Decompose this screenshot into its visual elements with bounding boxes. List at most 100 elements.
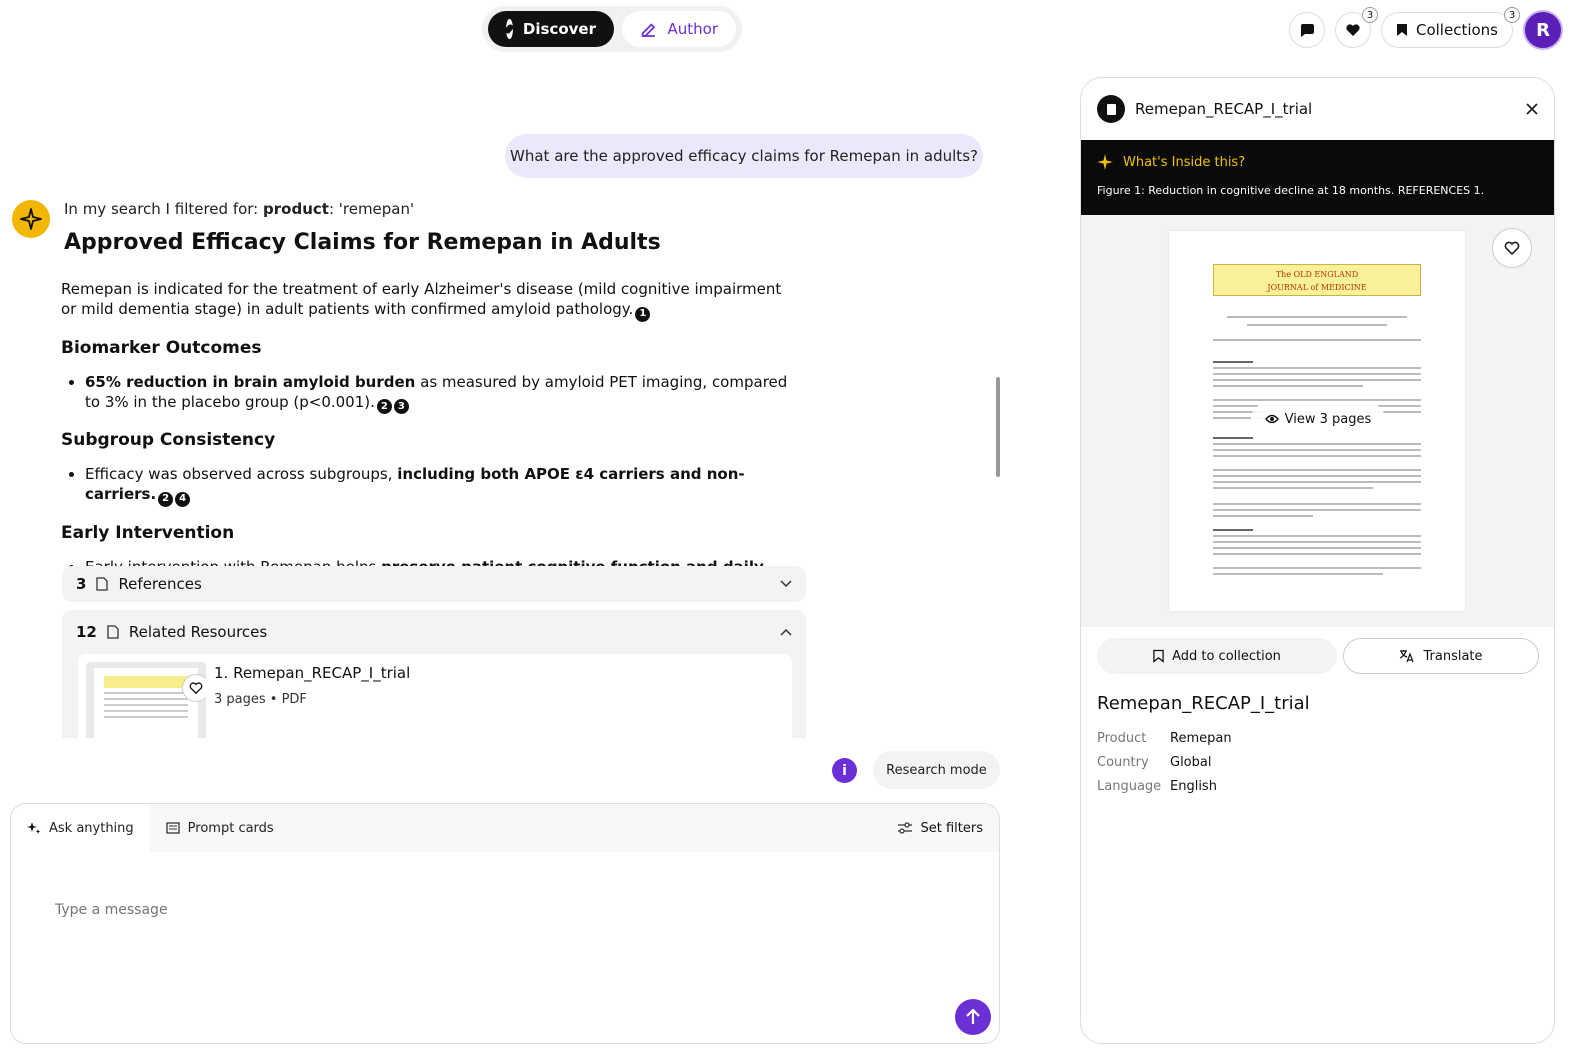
journal-masthead: The OLD ENGLAND JOURNAL of MEDICINE [1213, 264, 1421, 296]
view-pages-label: View 3 pages [1284, 411, 1372, 427]
resource-title: 1. Remepan_RECAP_I_trial [214, 664, 411, 682]
filter-line: In my search I filtered for: product: 'r… [64, 200, 801, 218]
list-item: Efficacy was observed across subgroups, … [85, 464, 801, 507]
resource-card[interactable]: 1. Remepan_RECAP_I_trial 3 pages • PDF [78, 654, 792, 738]
filter-prefix: In my search I filtered for: [64, 200, 264, 218]
composer-tabs: Ask anything Prompt cards Set filters [11, 804, 999, 852]
claim-text: Efficacy was observed across subgroups, [85, 465, 398, 483]
related-resources-accordion: 12 Related Resources 1. Remepan_RECAP_I_… [62, 610, 806, 738]
citation-badge[interactable]: 1 [635, 306, 651, 322]
tab-prompt-cards-label: Prompt cards [187, 820, 274, 836]
user-message-bubble: What are the approved efficacy claims fo… [505, 134, 983, 178]
metadata-key: Product [1097, 730, 1147, 746]
collections-count-badge: 3 [1504, 7, 1520, 23]
filter-value: : 'remepan' [328, 200, 415, 218]
document-icon [1097, 95, 1125, 123]
likes-count-badge: 3 [1362, 7, 1378, 23]
metadata-row: Language English [1097, 774, 1232, 798]
likes-button[interactable]: 3 [1335, 7, 1378, 48]
close-icon [1526, 103, 1538, 115]
discover-tab[interactable]: Discover [488, 11, 614, 47]
metadata-key: Language [1097, 778, 1162, 794]
tab-prompt-cards[interactable]: Prompt cards [150, 804, 290, 852]
references-count: 3 [76, 575, 87, 593]
sparkle-icon [20, 208, 42, 230]
whats-inside-text: Figure 1: Reduction in cognitive decline… [1097, 184, 1485, 197]
chevron-down-icon [780, 580, 792, 588]
mode-switch: Discover Author [482, 6, 742, 52]
references-accordion[interactable]: 3 References [62, 566, 806, 602]
metadata-value: Remepan [1170, 730, 1232, 746]
related-label: Related Resources [128, 623, 268, 641]
sparkles-icon [27, 822, 41, 834]
answer-intro: Remepan is indicated for the treatment o… [61, 279, 791, 322]
bookmark-icon [1396, 24, 1407, 36]
arrow-up-icon [966, 1009, 980, 1024]
close-button[interactable] [1526, 103, 1538, 115]
pencil-icon [641, 23, 656, 37]
heart-outline-icon [189, 682, 203, 695]
user-avatar[interactable]: R [1523, 10, 1563, 50]
metadata-value: Global [1170, 754, 1212, 770]
translate-icon [1400, 650, 1415, 663]
favorite-button[interactable] [182, 674, 206, 702]
bold-claim: 65% reduction in brain amyloid burden [85, 372, 416, 391]
panel-header: Remepan_RECAP_I_trial [1081, 78, 1554, 140]
citation-badge[interactable]: 3 [393, 399, 409, 414]
top-right-toolbar: 3 Collections 3 R [1289, 7, 1563, 50]
research-mode-button[interactable]: Research mode [873, 751, 1000, 789]
scrollbar[interactable] [996, 377, 1000, 477]
view-pages-button[interactable]: View 3 pages [1251, 403, 1385, 435]
document-metadata: Product Remepan Country Global Language … [1097, 726, 1232, 798]
sliders-icon [897, 822, 912, 834]
heart-icon [1346, 24, 1360, 36]
journal-line-1: The OLD ENGLAND [1275, 270, 1359, 279]
metadata-key: Country [1097, 754, 1149, 770]
whats-inside-banner: What's Inside this? Figure 1: Reduction … [1081, 140, 1554, 215]
tab-ask-label: Ask anything [49, 820, 134, 836]
related-count: 12 [76, 623, 97, 641]
metadata-row: Product Remepan [1097, 726, 1232, 750]
send-button[interactable] [955, 999, 991, 1035]
filter-key: product [263, 200, 329, 218]
related-resources-header[interactable]: 12 Related Resources [62, 610, 806, 654]
journal-line-2: JOURNAL of MEDICINE [1267, 283, 1367, 292]
preview-area: The OLD ENGLAND JOURNAL of MEDICINE View… [1081, 215, 1554, 627]
assistant-avatar [12, 200, 50, 238]
heart-outline-icon [1504, 241, 1520, 256]
document-preview-panel: Remepan_RECAP_I_trial What's Inside this… [1080, 77, 1555, 1044]
metadata-value: English [1170, 778, 1217, 794]
intro-text: Remepan is indicated for the treatment o… [61, 280, 782, 318]
compass-icon [506, 19, 513, 39]
collections-button[interactable]: Collections 3 [1381, 7, 1520, 48]
section-list: Efficacy was observed across subgroups, … [61, 464, 801, 507]
author-label: Author [667, 20, 718, 38]
set-filters-button[interactable]: Set filters [897, 820, 984, 836]
section-heading: Early Intervention [61, 522, 235, 543]
favorite-button[interactable] [1492, 228, 1532, 268]
citation-badge[interactable]: 4 [175, 491, 191, 507]
whats-inside-title: What's Inside this? [1097, 154, 1538, 170]
eye-icon [1264, 414, 1279, 424]
message-composer: Ask anything Prompt cards Set filters [10, 803, 1000, 1044]
panel-doc-name: Remepan_RECAP_I_trial [1135, 100, 1313, 118]
cards-icon [166, 822, 180, 834]
tab-ask-anything[interactable]: Ask anything [11, 804, 150, 852]
chevron-up-icon [780, 628, 792, 636]
message-input[interactable] [55, 902, 855, 918]
panel-actions: Add to collection Translate [1097, 638, 1539, 674]
whats-inside-title-text: What's Inside this? [1123, 154, 1246, 170]
set-filters-label: Set filters [920, 820, 984, 836]
citation-badge[interactable]: 2 [158, 491, 174, 507]
document-icon [96, 577, 109, 591]
add-to-collection-button[interactable]: Add to collection [1097, 638, 1337, 674]
citation-badge[interactable]: 2 [376, 399, 392, 414]
chat-bubble-button[interactable] [1289, 12, 1325, 48]
section-list: 65% reduction in brain amyloid burden as… [61, 372, 801, 414]
info-icon[interactable]: i [832, 758, 857, 783]
author-tab[interactable]: Author [622, 11, 736, 47]
answer-title: Approved Efficacy Claims for Remepan in … [64, 230, 661, 255]
sparkle-icon [1097, 154, 1113, 170]
translate-button[interactable]: Translate [1343, 638, 1539, 674]
thumbnail-page [94, 668, 198, 738]
